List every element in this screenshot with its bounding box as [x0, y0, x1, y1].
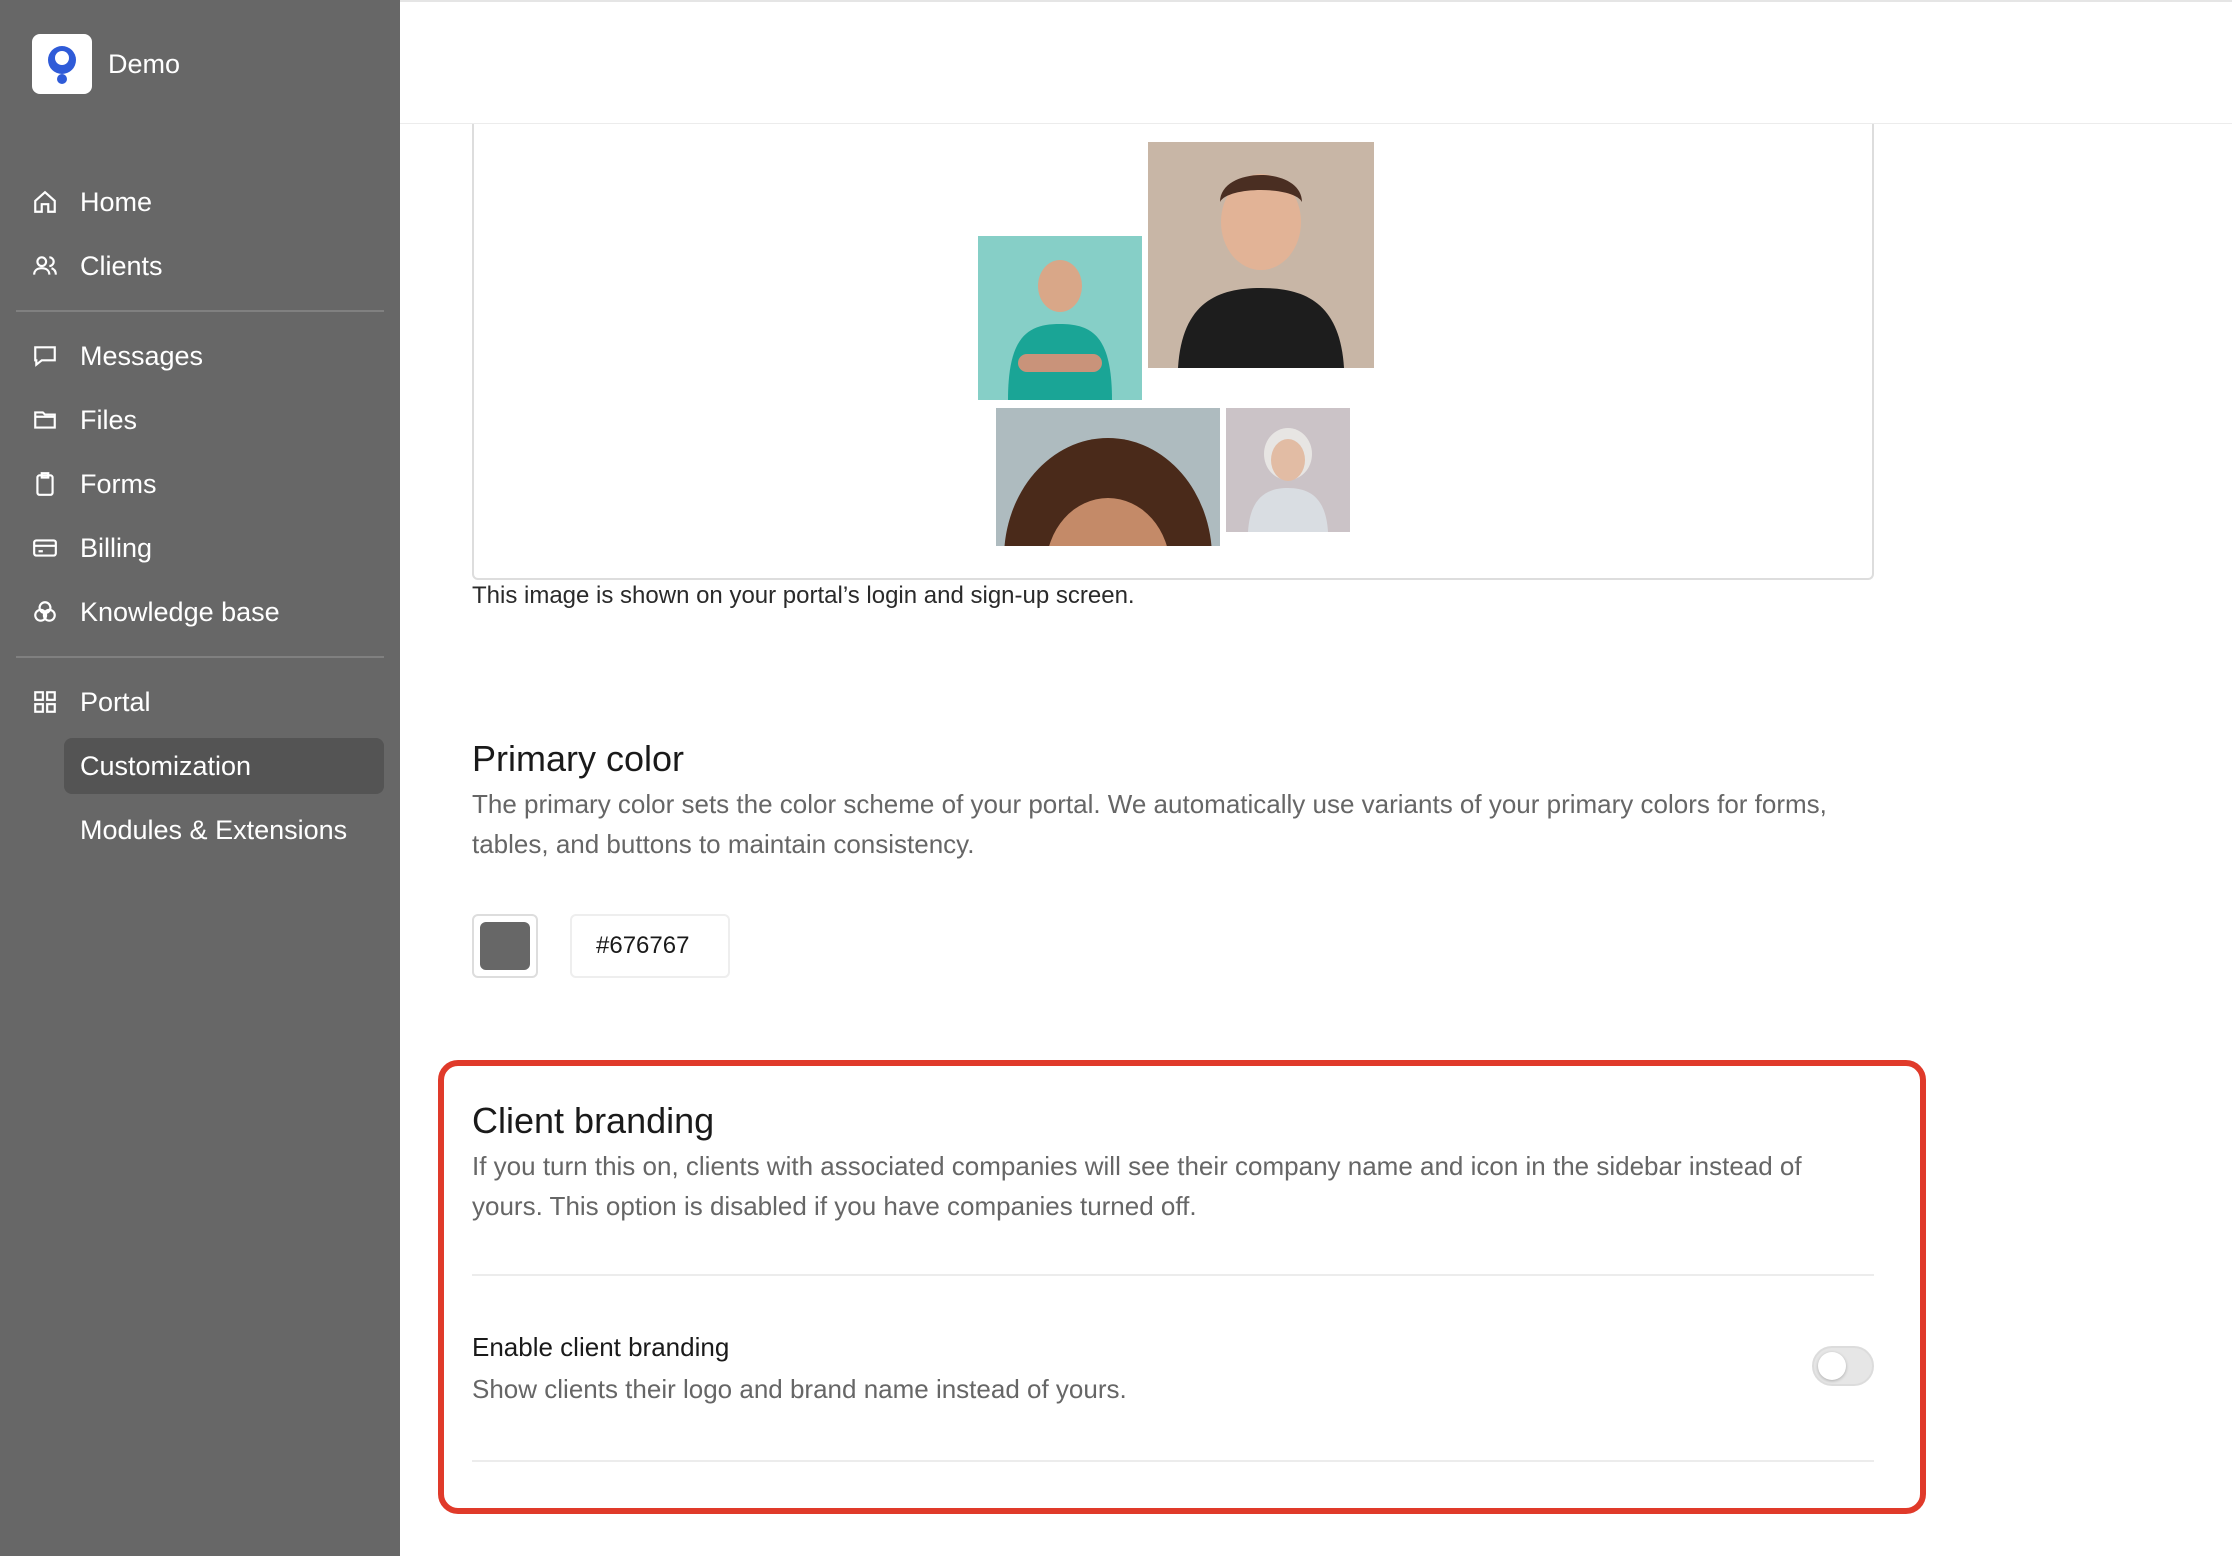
users-icon: [16, 238, 72, 294]
primary-color-title: Primary color: [472, 738, 685, 779]
nav-label-messages: Messages: [80, 340, 204, 371]
login-image-caption: This image is shown on your portal’s log…: [472, 582, 1135, 609]
nav-label-billing: Billing: [80, 532, 153, 563]
folder-icon: [16, 392, 72, 448]
photo-man-teal-shirt: [978, 236, 1142, 400]
credit-card-icon: [16, 520, 72, 576]
nav-item-messages[interactable]: Messages: [16, 328, 384, 384]
nav-item-files[interactable]: Files: [16, 392, 384, 448]
sidebar: Demo Home Clients Messages Files Forms B…: [0, 0, 400, 1556]
nav-item-portal[interactable]: Portal: [16, 674, 384, 730]
color-swatch: [480, 922, 530, 970]
login-image-preview[interactable]: [472, 124, 1874, 580]
nav-item-clients[interactable]: Clients: [16, 238, 384, 294]
nav-subitem-customization[interactable]: Customization: [64, 738, 384, 794]
primary-color-description: The primary color sets the color scheme …: [472, 789, 1827, 859]
sidebar-divider: [16, 310, 384, 312]
enable-client-branding-description: Show clients their logo and brand name i…: [472, 1374, 1127, 1404]
workspace-name: Demo: [108, 48, 181, 79]
client-branding-title: Client branding: [472, 1100, 715, 1141]
sidebar-divider: [16, 656, 384, 658]
nav-item-knowledge-base[interactable]: Knowledge base: [16, 584, 384, 640]
nav-label-files: Files: [80, 404, 138, 435]
nav-label-forms: Forms: [80, 468, 157, 499]
client-branding-toggle[interactable]: [1812, 1346, 1874, 1386]
primary-color-hex-input[interactable]: [570, 914, 730, 978]
clipboard-icon: [16, 456, 72, 512]
photo-curly-woman: [996, 408, 1220, 546]
knowledge-base-icon: [16, 584, 72, 640]
section-divider: [472, 1460, 1874, 1462]
home-icon: [16, 174, 72, 230]
section-divider: [472, 1274, 1874, 1276]
user-circle-logo-icon: [32, 34, 92, 94]
nav-label-home: Home: [80, 186, 153, 217]
nav-label-clients: Clients: [80, 250, 163, 281]
nav-item-forms[interactable]: Forms: [16, 456, 384, 512]
nav-label-portal: Portal: [80, 686, 151, 717]
nav-item-home[interactable]: Home: [16, 174, 384, 230]
enable-client-branding-label: Enable client branding: [472, 1332, 730, 1362]
chat-bubble-icon: [16, 328, 72, 384]
brand[interactable]: Demo: [32, 34, 180, 94]
client-branding-description: If you turn this on, clients with associ…: [472, 1151, 1802, 1221]
toggle-knob: [1818, 1352, 1846, 1380]
nav-label-knowledge-base: Knowledge base: [80, 596, 280, 627]
photo-older-woman: [1226, 408, 1350, 532]
nav-subitem-modules-extensions[interactable]: Modules & Extensions: [64, 802, 384, 858]
color-swatch-button[interactable]: [472, 914, 538, 978]
nav-item-billing[interactable]: Billing: [16, 520, 384, 576]
grid-icon: [16, 674, 72, 730]
top-bar: [400, 0, 2232, 124]
photo-young-man: [1148, 142, 1374, 368]
